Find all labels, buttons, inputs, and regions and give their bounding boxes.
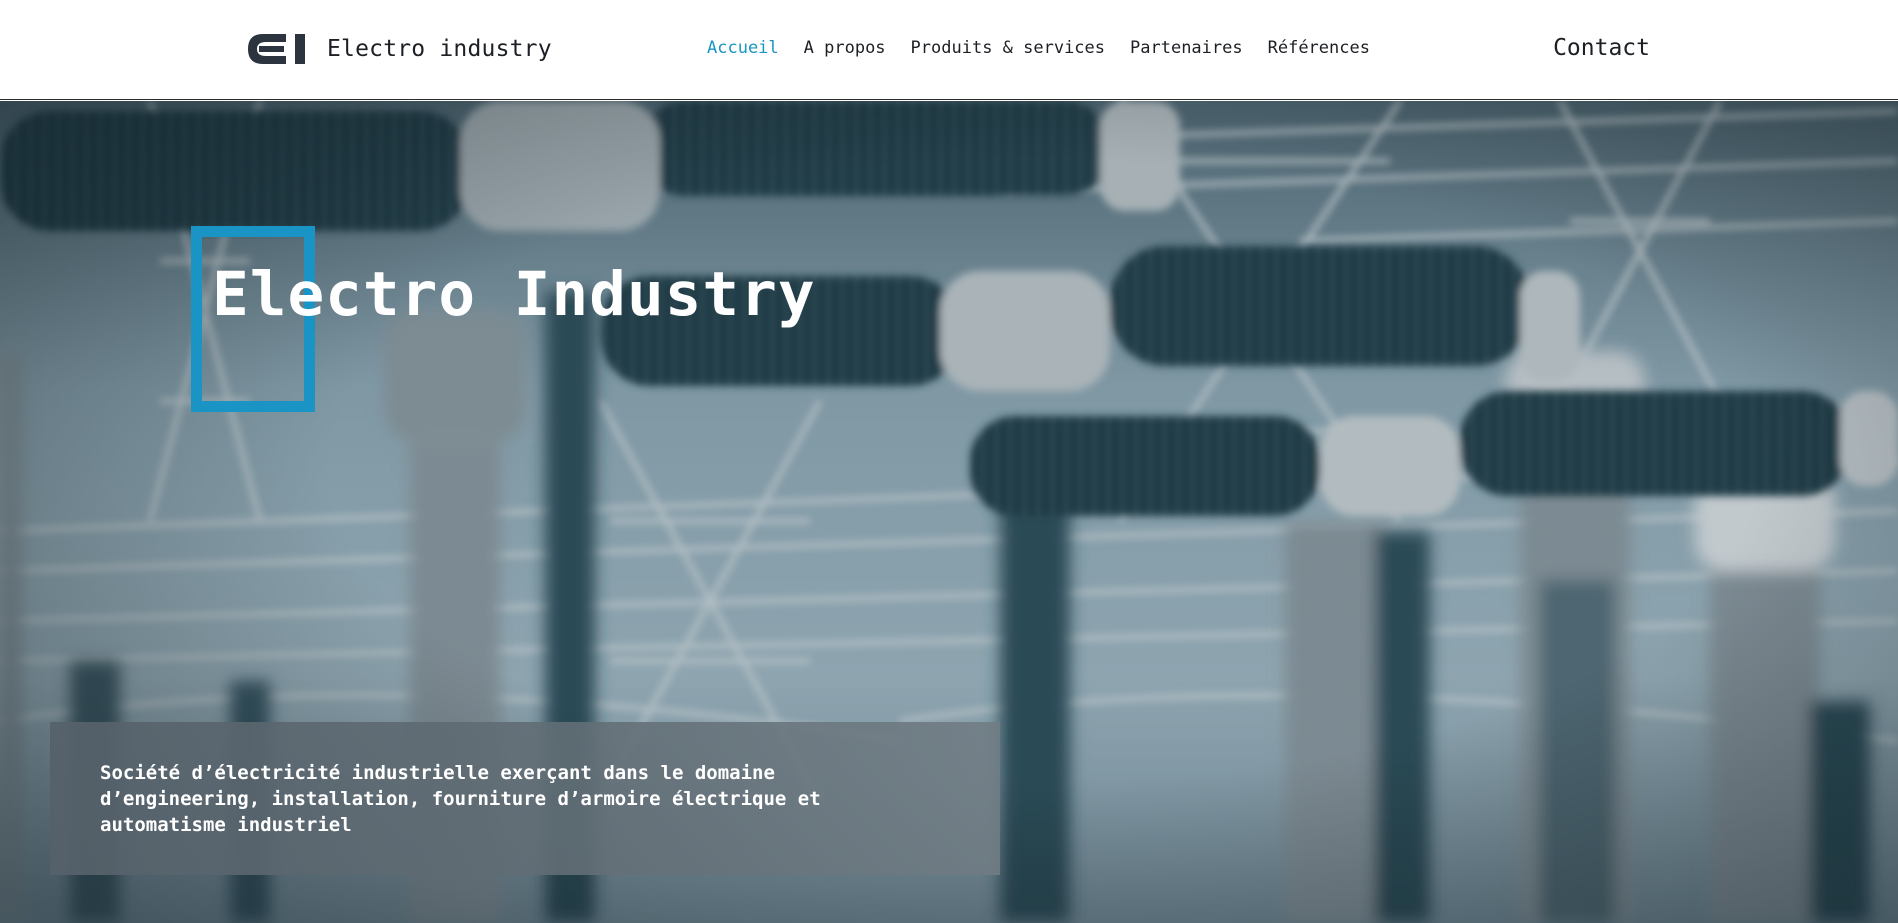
site-header: Electro industry Accueil A propos Produi… (0, 0, 1898, 100)
nav-item-a-propos[interactable]: A propos (804, 38, 886, 58)
hero-description: Société d’électricité industrielle exerç… (100, 762, 821, 836)
ei-monogram-icon (248, 34, 305, 64)
hero-section: Electro Industry Société d’électricité i… (0, 101, 1898, 923)
nav-item-produits-services[interactable]: Produits & services (911, 38, 1105, 58)
brand-name: Electro industry (327, 36, 552, 62)
brand[interactable]: Electro industry (247, 33, 552, 65)
nav-item-accueil[interactable]: Accueil (707, 38, 779, 58)
nav-item-references[interactable]: Références (1268, 38, 1370, 58)
hero-description-box: Société d’électricité industrielle exerç… (50, 722, 1000, 875)
main-nav: Accueil A propos Produits & services Par… (707, 38, 1370, 58)
contact-link[interactable]: Contact (1553, 35, 1650, 61)
nav-item-partenaires[interactable]: Partenaires (1130, 38, 1243, 58)
hero-title: Electro Industry (212, 259, 816, 330)
